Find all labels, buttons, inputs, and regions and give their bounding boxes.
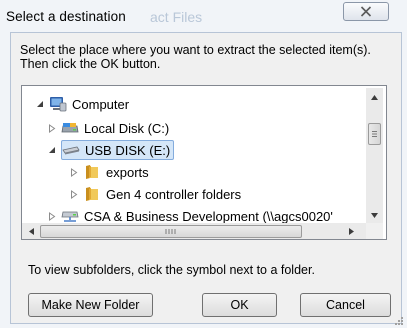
expanded-arrow-icon[interactable] xyxy=(35,99,45,109)
chevron-down-icon xyxy=(371,212,378,218)
tree-item-label: Gen 4 controller folders xyxy=(106,186,242,202)
scroll-right-button[interactable] xyxy=(344,224,358,238)
chevron-up-icon xyxy=(371,94,378,100)
vertical-scroll-thumb[interactable] xyxy=(368,123,381,145)
folder-icon xyxy=(83,186,101,202)
collapsed-arrow-icon[interactable] xyxy=(69,189,79,199)
grip-icon xyxy=(165,229,176,234)
tree-item-local-disk[interactable]: Local Disk (C:) xyxy=(47,118,169,138)
tree-item-label: exports xyxy=(106,164,149,180)
expanded-arrow-icon[interactable] xyxy=(47,145,57,155)
ok-button[interactable]: OK xyxy=(202,293,277,317)
select-destination-dialog: Select a destination Select the place wh… xyxy=(0,0,407,328)
make-new-folder-button[interactable]: Make New Folder xyxy=(28,293,153,317)
close-icon xyxy=(360,6,372,17)
selected-item-highlight: USB DISK (E:) xyxy=(61,140,175,160)
tree-item-label: CSA & Business Development (\\agcs0020' xyxy=(84,208,333,224)
tree-item-gen4-folders[interactable]: Gen 4 controller folders xyxy=(69,184,241,204)
resize-grip-icon[interactable] xyxy=(392,314,404,326)
close-button[interactable] xyxy=(343,2,389,21)
tree-item-usb-disk[interactable]: USB DISK (E:) xyxy=(47,140,175,160)
grip-icon xyxy=(372,131,377,137)
collapsed-arrow-icon[interactable] xyxy=(69,167,79,177)
instructions-text: Select the place where you want to extra… xyxy=(20,43,371,71)
scroll-left-button[interactable] xyxy=(24,224,38,238)
tree-item-label: USB DISK (E:) xyxy=(85,142,171,158)
network-drive-icon xyxy=(61,208,79,224)
cancel-button[interactable]: Cancel xyxy=(300,293,391,317)
vertical-scrollbar[interactable] xyxy=(366,88,383,223)
tree-item-computer[interactable]: Computer xyxy=(35,94,129,114)
computer-icon xyxy=(49,96,67,112)
scrollbar-corner xyxy=(366,223,383,239)
hint-text: To view subfolders, click the symbol nex… xyxy=(28,263,315,277)
collapsed-arrow-icon[interactable] xyxy=(47,211,57,221)
scroll-up-button[interactable] xyxy=(366,90,383,104)
chevron-right-icon xyxy=(348,227,354,235)
dialog-title: Select a destination xyxy=(6,9,126,24)
tree-item-exports[interactable]: exports xyxy=(69,162,149,182)
drive-icon xyxy=(61,120,79,136)
tree-item-label: Computer xyxy=(72,96,130,112)
usb-drive-icon xyxy=(62,142,80,158)
collapsed-arrow-icon[interactable] xyxy=(47,123,57,133)
chevron-left-icon xyxy=(28,227,34,235)
horizontal-scroll-thumb[interactable] xyxy=(40,225,302,238)
title-bar: Select a destination xyxy=(0,0,407,30)
folder-icon xyxy=(83,164,101,180)
tree-item-label: Local Disk (C:) xyxy=(84,120,170,136)
scroll-down-button[interactable] xyxy=(366,208,383,222)
